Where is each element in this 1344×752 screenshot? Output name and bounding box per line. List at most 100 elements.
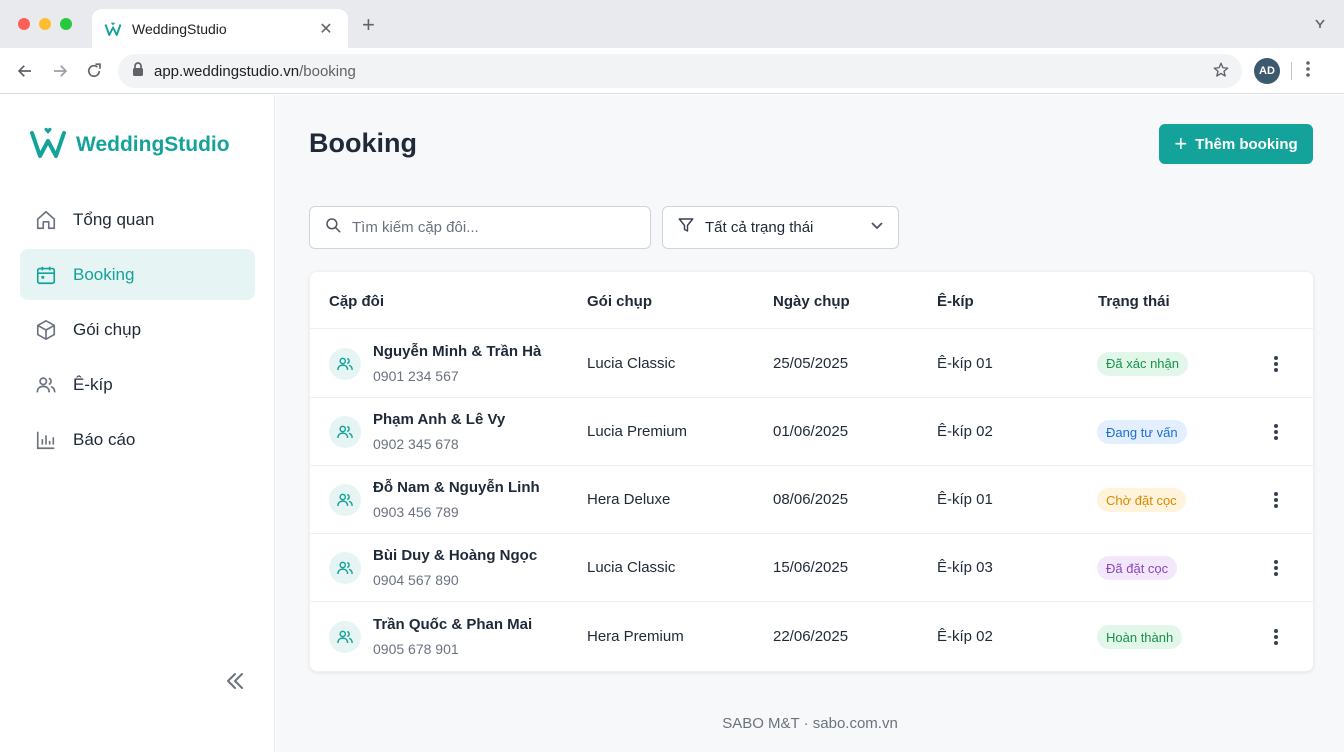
couple-phone: 0904 567 890 [373,572,459,588]
row-menu-icon[interactable] [1268,352,1284,376]
home-icon [35,209,57,231]
column-header-status: Trạng thái [1098,293,1170,310]
team-cell: Ê-kíp 01 [937,354,993,372]
filter-icon [677,216,695,239]
column-header-team: Ê-kíp [937,293,974,310]
team-cell: Ê-kíp 02 [937,628,993,645]
couple-icon [329,347,361,380]
team-cell: Ê-kíp 01 [937,491,993,508]
date-cell: 15/06/2025 [773,559,849,576]
add-booking-label: Thêm booking [1195,135,1298,153]
package-cell: Lucia Classic [587,354,676,372]
search-box[interactable] [309,206,651,249]
date-cell: 22/06/2025 [773,628,849,645]
team-cell: Ê-kíp 02 [937,423,993,440]
row-menu-icon[interactable] [1268,420,1284,444]
couple-icon [329,416,361,448]
sidebar-item-team[interactable]: Ê-kíp [20,359,255,410]
plus-icon: + [1174,131,1188,156]
status-badge: Đã đặt cọc [1097,556,1178,580]
column-header-package: Gói chụp [587,293,652,310]
calendar-icon [35,264,57,286]
search-input[interactable] [352,219,632,236]
filter-selected-value: Tất cả trạng thái [705,219,814,236]
couple-phone: 0902 345 678 [373,436,459,452]
search-icon [324,216,342,239]
status-badge: Chờ đặt cọc [1097,488,1186,512]
booking-table: Cặp đôi Gói chụp Ngày chụp Ê-kíp Trạng t… [309,271,1314,672]
date-cell: 25/05/2025 [773,354,849,372]
couple-name: Trần Quốc & Phan Mai [373,616,533,633]
reload-icon[interactable] [83,60,105,82]
date-cell: 01/06/2025 [773,423,849,440]
sidebar-item-label: Booking [73,264,135,284]
bookmark-star-icon[interactable] [1212,61,1230,84]
brand-logo[interactable]: WeddingStudio [30,125,230,164]
couple-phone: 0901 234 567 [373,367,459,384]
bar-chart-icon [35,429,57,451]
couple-name: Nguyễn Minh & Trần Hà [373,342,542,360]
sidebar: WeddingStudio Tổng quan Booking Gói chụp… [0,95,275,752]
users-icon [35,374,57,396]
table-row[interactable]: Đỗ Nam & Nguyễn Linh 0903 456 789 Hera Del… [310,466,1313,534]
status-badge: Đã xác nhận [1097,351,1188,376]
chevron-down-icon [870,218,884,237]
browser-menu-icon[interactable] [1306,60,1310,83]
package-icon [35,319,57,341]
status-badge: Hoàn thành [1097,625,1183,649]
sidebar-nav: Tổng quan Booking Gói chụp Ê-kíp Báo cáo [20,194,255,469]
row-menu-icon[interactable] [1268,488,1284,512]
url-host: app.weddingstudio.vn [154,62,300,80]
window-maximize-button[interactable] [60,18,72,30]
tab-close-icon[interactable]: ✕ [316,19,336,39]
team-cell: Ê-kíp 03 [937,559,993,576]
window-close-button[interactable] [18,18,30,30]
couple-phone: 0905 678 901 [373,641,459,657]
window-minimize-button[interactable] [39,18,51,30]
sidebar-item-label: Ê-kíp [73,374,113,394]
table-row[interactable]: Bùi Duy & Hoàng Ngọc 0904 567 890 Lucia Cl… [310,534,1313,602]
browser-tab-bar: WeddingStudio ✕ + [0,0,1344,48]
tab-search-icon[interactable] [1314,16,1326,32]
status-filter-dropdown[interactable]: Tất cả trạng thái [662,206,899,249]
table-row[interactable]: Nguyễn Minh & Trần Hà 0901 234 567 Lucia C… [310,329,1313,398]
couple-icon [329,484,361,516]
table-row[interactable]: Phạm Anh & Lê Vy 0902 345 678 Lucia Premiu… [310,398,1313,466]
column-header-couple: Cặp đôi [329,293,384,310]
row-menu-icon[interactable] [1268,556,1284,580]
status-badge: Đang tư vấn [1097,420,1187,444]
lock-icon [132,61,144,81]
table-row[interactable]: Trần Quốc & Phan Mai 0905 678 901 Hera Pre… [310,602,1313,672]
package-cell: Hera Premium [587,628,684,645]
address-bar[interactable]: app.weddingstudio.vn/booking [118,54,1242,88]
sidebar-item-label: Gói chụp [73,319,142,339]
page-title: Booking [309,128,417,158]
url-path: /booking [299,62,356,80]
profile-avatar[interactable]: AD [1254,58,1280,84]
add-booking-button[interactable]: + Thêm booking [1159,124,1313,164]
logo-icon [30,125,66,164]
sidebar-item-reports[interactable]: Báo cáo [20,414,255,465]
browser-tab[interactable]: WeddingStudio ✕ [92,9,348,48]
collapse-sidebar-icon[interactable] [225,672,245,695]
package-cell: Lucia Premium [587,423,688,440]
couple-icon [329,552,361,584]
forward-icon[interactable] [49,60,71,82]
couple-name: Đỗ Nam & Nguyễn Linh [373,479,540,496]
sidebar-item-overview[interactable]: Tổng quan [20,194,255,245]
table-header: Cặp đôi Gói chụp Ngày chụp Ê-kíp Trạng t… [310,272,1313,329]
main-content: Booking + Thêm booking Tất cả trạng thái… [276,95,1344,752]
couple-icon [329,621,361,653]
brand-name: WeddingStudio [76,132,230,156]
browser-toolbar: app.weddingstudio.vn/booking AD [0,48,1344,94]
couple-phone: 0903 456 789 [373,504,459,520]
package-cell: Hera Deluxe [587,491,671,508]
sidebar-item-booking[interactable]: Booking [20,249,255,300]
row-menu-icon[interactable] [1268,625,1284,649]
sidebar-item-packages[interactable]: Gói chụp [20,304,255,355]
back-icon[interactable] [14,60,36,82]
package-cell: Lucia Classic [587,559,676,576]
new-tab-icon[interactable]: + [362,14,375,36]
toolbar-divider [1291,62,1292,80]
footer-text: SABO M&T · sabo.com.vn [722,715,898,732]
